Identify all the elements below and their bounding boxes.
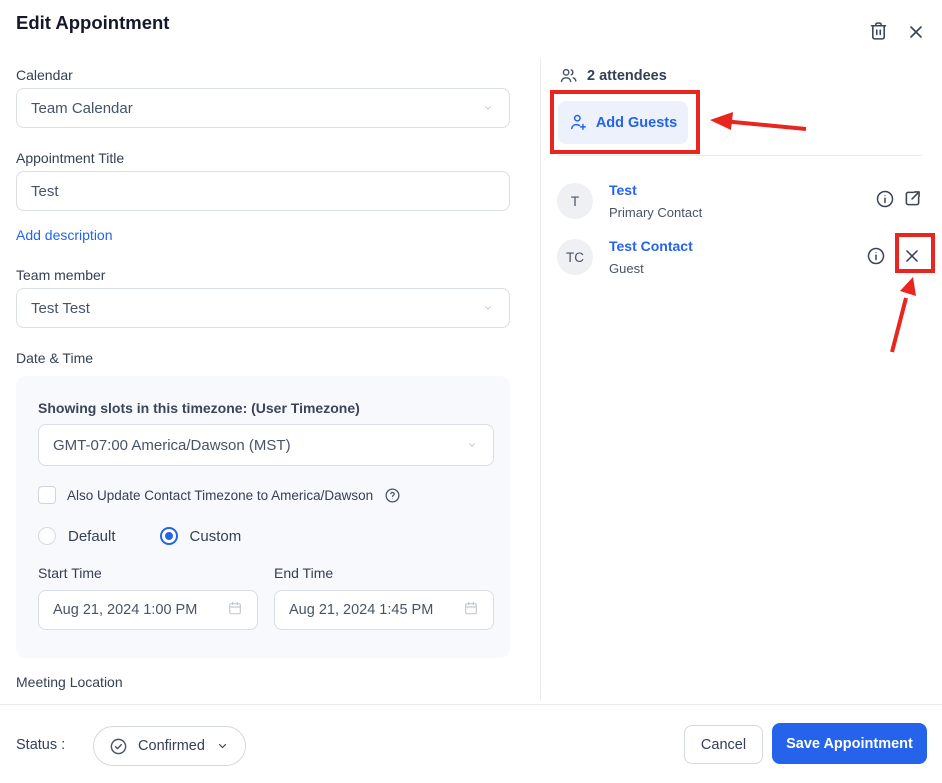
attendees-divider bbox=[557, 155, 922, 156]
timezone-select-value: GMT-07:00 America/Dawson (MST) bbox=[53, 437, 465, 454]
user-plus-icon bbox=[569, 113, 588, 132]
annotation-arrow-add-guests bbox=[728, 122, 806, 130]
help-icon[interactable] bbox=[384, 487, 401, 504]
trash-icon bbox=[868, 20, 889, 45]
radio-custom-circle bbox=[160, 527, 178, 545]
date-time-section-label: Date & Time bbox=[16, 350, 93, 366]
status-dropdown[interactable]: Confirmed bbox=[93, 726, 246, 766]
attendee-name-link[interactable]: Test Contact bbox=[609, 238, 693, 254]
end-time-label: End Time bbox=[274, 565, 333, 581]
appointment-title-value: Test bbox=[31, 183, 495, 200]
appointment-title-input[interactable]: Test bbox=[16, 171, 510, 211]
start-time-input[interactable]: Aug 21, 2024 1:00 PM bbox=[38, 590, 258, 630]
end-time-value: Aug 21, 2024 1:45 PM bbox=[289, 602, 463, 618]
update-contact-timezone-checkbox[interactable] bbox=[38, 486, 56, 504]
start-time-label: Start Time bbox=[38, 565, 102, 581]
update-contact-timezone-label: Also Update Contact Timezone to America/… bbox=[67, 488, 373, 503]
meeting-location-label: Meeting Location bbox=[16, 674, 123, 690]
attendee-role: Guest bbox=[609, 261, 644, 276]
vertical-divider bbox=[540, 58, 541, 700]
attendee-name-link[interactable]: Test bbox=[609, 182, 637, 198]
status-value: Confirmed bbox=[138, 738, 205, 754]
radio-default[interactable]: Default bbox=[38, 527, 116, 545]
radio-default-label: Default bbox=[68, 528, 116, 545]
add-guests-button[interactable]: Add Guests bbox=[558, 101, 688, 144]
calendar-label: Calendar bbox=[16, 67, 73, 83]
close-icon bbox=[906, 22, 926, 45]
radio-custom-label: Custom bbox=[190, 528, 242, 545]
page-title: Edit Appointment bbox=[16, 12, 169, 34]
info-icon bbox=[875, 189, 895, 212]
avatar: T bbox=[557, 183, 593, 219]
radio-custom[interactable]: Custom bbox=[160, 527, 242, 545]
team-member-select[interactable]: Test Test bbox=[16, 288, 510, 328]
remove-guest-button[interactable] bbox=[902, 246, 922, 269]
radio-default-circle bbox=[38, 527, 56, 545]
calendar-select[interactable]: Team Calendar bbox=[16, 88, 510, 128]
remove-x-icon bbox=[902, 246, 922, 269]
appointment-title-label: Appointment Title bbox=[16, 150, 124, 166]
save-appointment-button[interactable]: Save Appointment bbox=[772, 723, 927, 764]
attendee-info-button[interactable] bbox=[866, 246, 886, 269]
avatar: TC bbox=[557, 239, 593, 275]
status-label: Status : bbox=[16, 737, 65, 753]
chevron-down-icon bbox=[215, 740, 230, 752]
calendar-icon bbox=[227, 600, 243, 620]
annotation-arrowhead-remove-guest bbox=[900, 277, 916, 296]
team-member-label: Team member bbox=[16, 267, 105, 283]
annotation-arrow-remove-guest bbox=[892, 298, 906, 352]
attendee-open-button[interactable] bbox=[902, 188, 923, 212]
timezone-select[interactable]: GMT-07:00 America/Dawson (MST) bbox=[38, 424, 494, 466]
calendar-icon bbox=[463, 600, 479, 620]
external-link-icon bbox=[902, 188, 923, 212]
add-guests-label: Add Guests bbox=[596, 115, 677, 131]
cancel-button[interactable]: Cancel bbox=[684, 725, 763, 764]
footer-divider bbox=[0, 704, 942, 705]
start-time-value: Aug 21, 2024 1:00 PM bbox=[53, 602, 227, 618]
add-description-link[interactable]: Add description bbox=[16, 227, 113, 243]
info-icon bbox=[866, 246, 886, 269]
end-time-input[interactable]: Aug 21, 2024 1:45 PM bbox=[274, 590, 494, 630]
attendees-count: 2 attendees bbox=[587, 68, 667, 84]
attendees-header: 2 attendees bbox=[558, 66, 667, 85]
team-member-select-value: Test Test bbox=[31, 300, 481, 317]
check-circle-icon bbox=[109, 737, 128, 756]
calendar-select-value: Team Calendar bbox=[31, 100, 481, 117]
delete-appointment-button[interactable] bbox=[866, 19, 890, 45]
timezone-label: Showing slots in this timezone: (User Ti… bbox=[38, 400, 360, 416]
chevron-down-icon bbox=[481, 300, 495, 317]
attendee-role: Primary Contact bbox=[609, 205, 702, 220]
attendee-info-button[interactable] bbox=[875, 189, 895, 212]
close-modal-button[interactable] bbox=[904, 21, 928, 45]
chevron-down-icon bbox=[481, 100, 495, 117]
edit-appointment-modal: Edit Appointment Calendar Team Calendar … bbox=[0, 0, 942, 783]
chevron-down-icon bbox=[465, 437, 479, 454]
annotation-arrowhead-add-guests bbox=[710, 112, 733, 130]
date-time-panel: Showing slots in this timezone: (User Ti… bbox=[16, 376, 510, 658]
users-icon bbox=[558, 66, 579, 85]
